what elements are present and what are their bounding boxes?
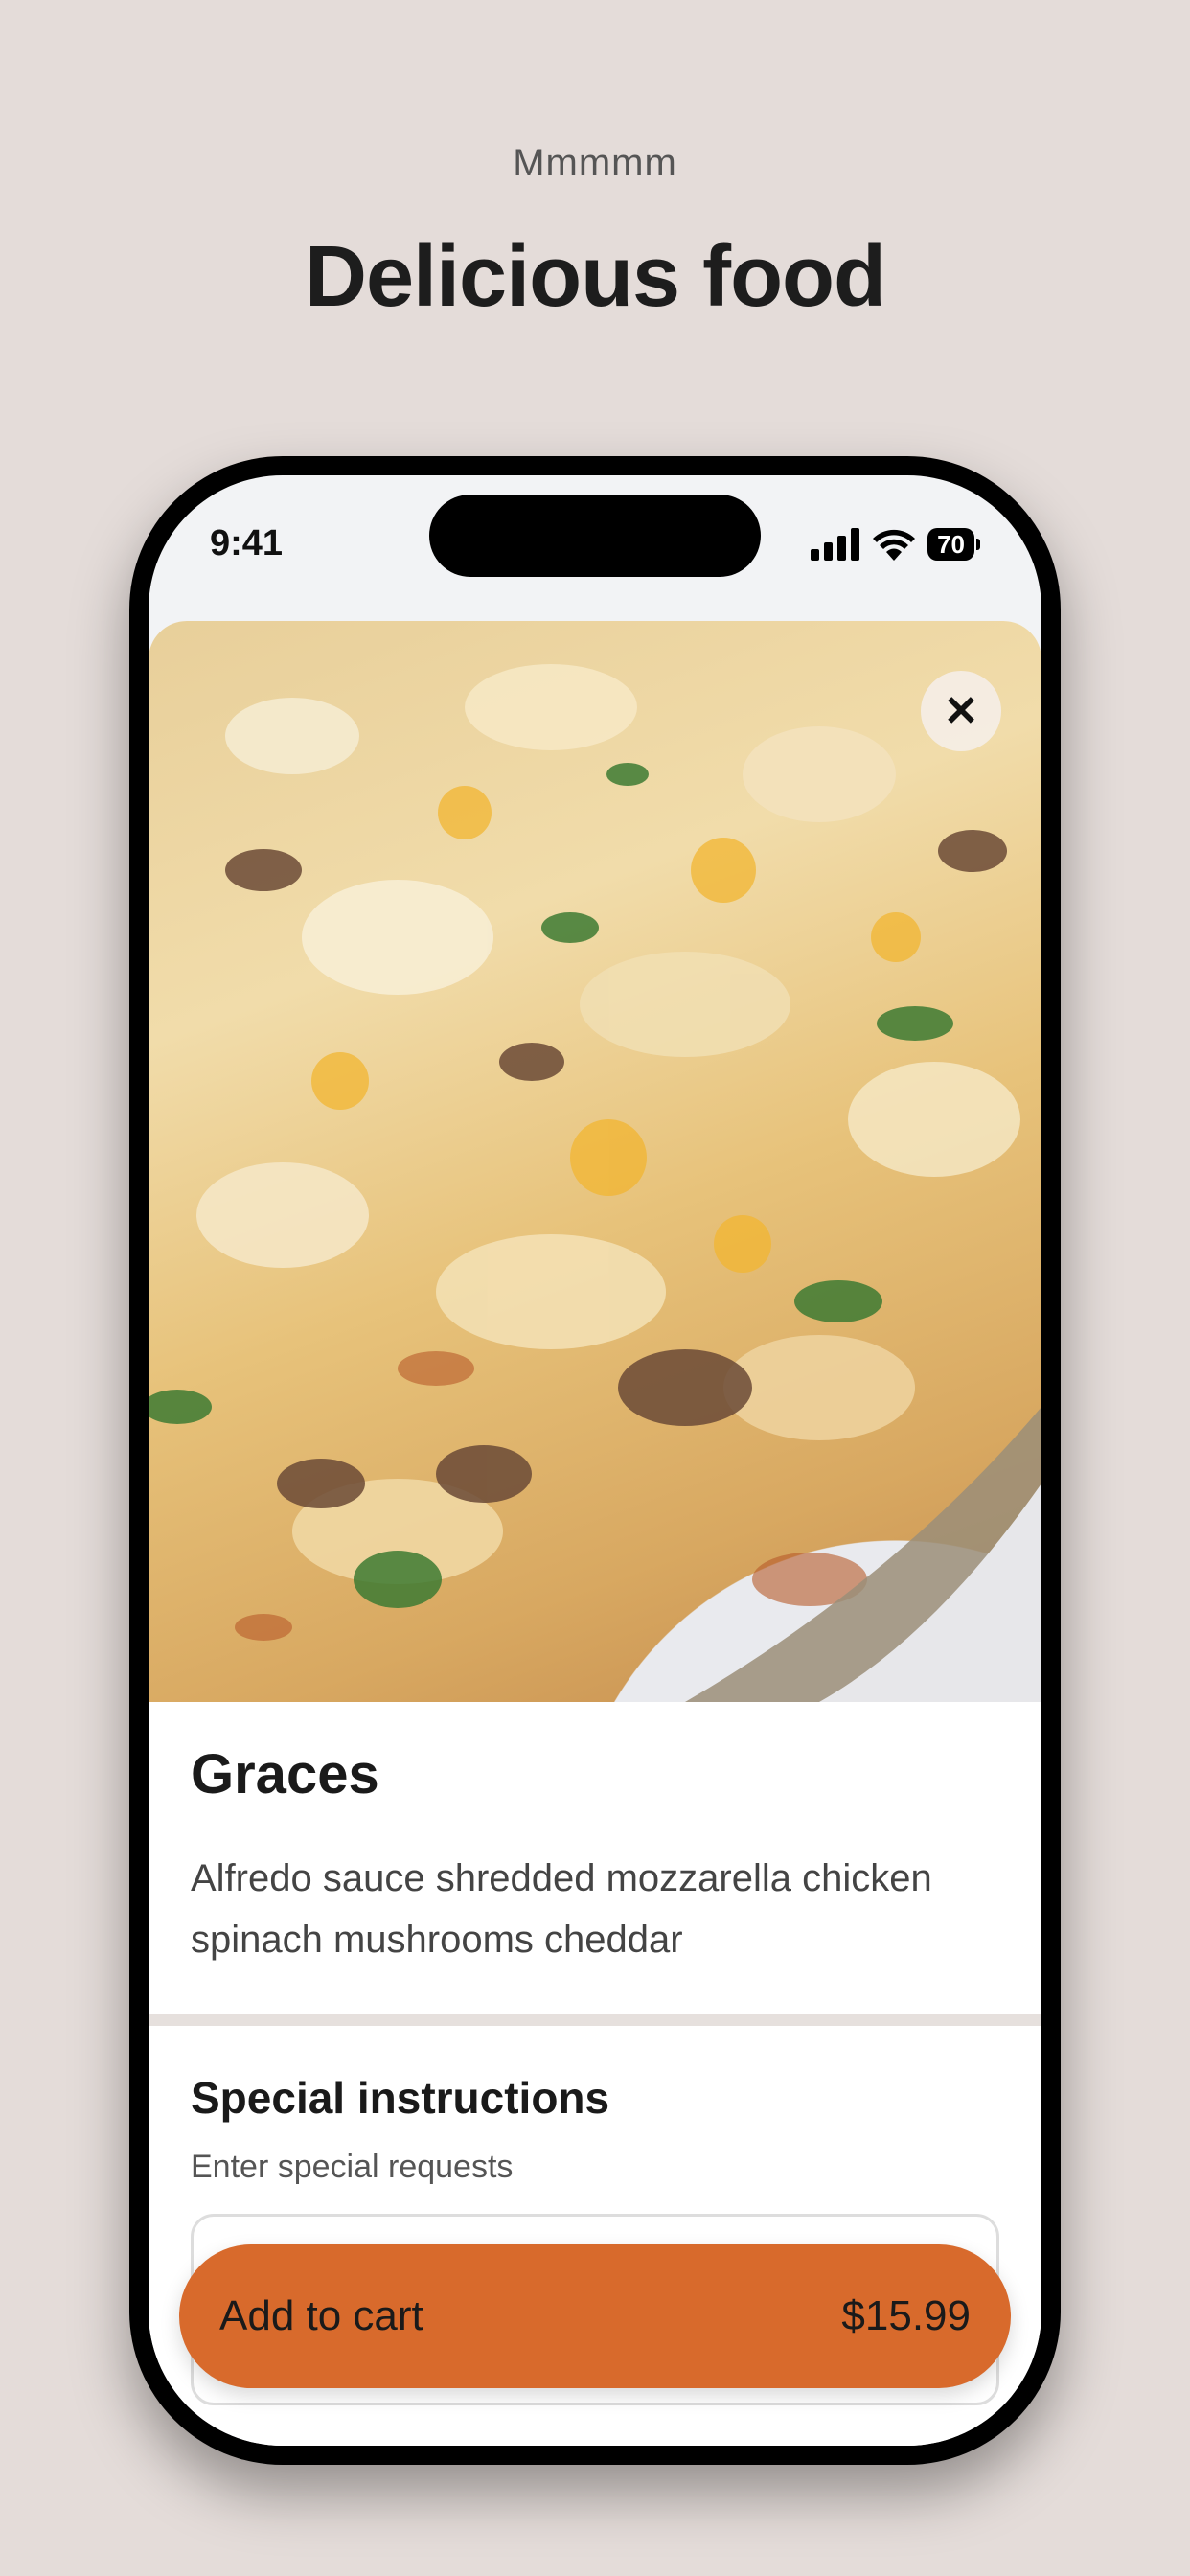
status-bar: 9:41 70 [149,475,1041,619]
dynamic-island [429,494,761,577]
status-icons: 70 [811,525,980,564]
add-to-cart-label: Add to cart [219,2292,423,2339]
section-divider [149,2014,1041,2026]
status-time: 9:41 [210,523,284,564]
pizza-photo: ✕ [149,621,1041,1702]
promo-title: Delicious food [304,229,886,325]
add-to-cart-button[interactable]: Add to cart $15.99 [179,2244,1011,2388]
special-instructions-title: Special instructions [191,2073,610,2123]
pizza-toppings-art [149,664,1041,1702]
special-instructions-hint: Enter special requests [191,2149,514,2185]
battery-icon: 70 [927,528,980,561]
wifi-icon [873,529,916,561]
item-name: Graces [191,1743,379,1806]
item-description: Alfredo sauce shredded mozzarella chicke… [191,1857,932,1961]
promo-eyebrow: Mmmmm [513,142,677,184]
close-icon: ✕ [943,687,979,735]
battery-level: 70 [927,528,974,561]
close-button[interactable]: ✕ [921,671,1001,751]
phone-frame: 9:41 70 ✕ Graces Alfredo sauce shredded … [129,456,1061,2465]
item-sheet: ✕ Graces Alfredo sauce shredded mozzarel… [149,621,1041,2446]
signal-icon [811,528,860,561]
phone-screen: 9:41 70 ✕ Graces Alfredo sauce shredded … [149,475,1041,2446]
item-price: $15.99 [841,2292,971,2339]
